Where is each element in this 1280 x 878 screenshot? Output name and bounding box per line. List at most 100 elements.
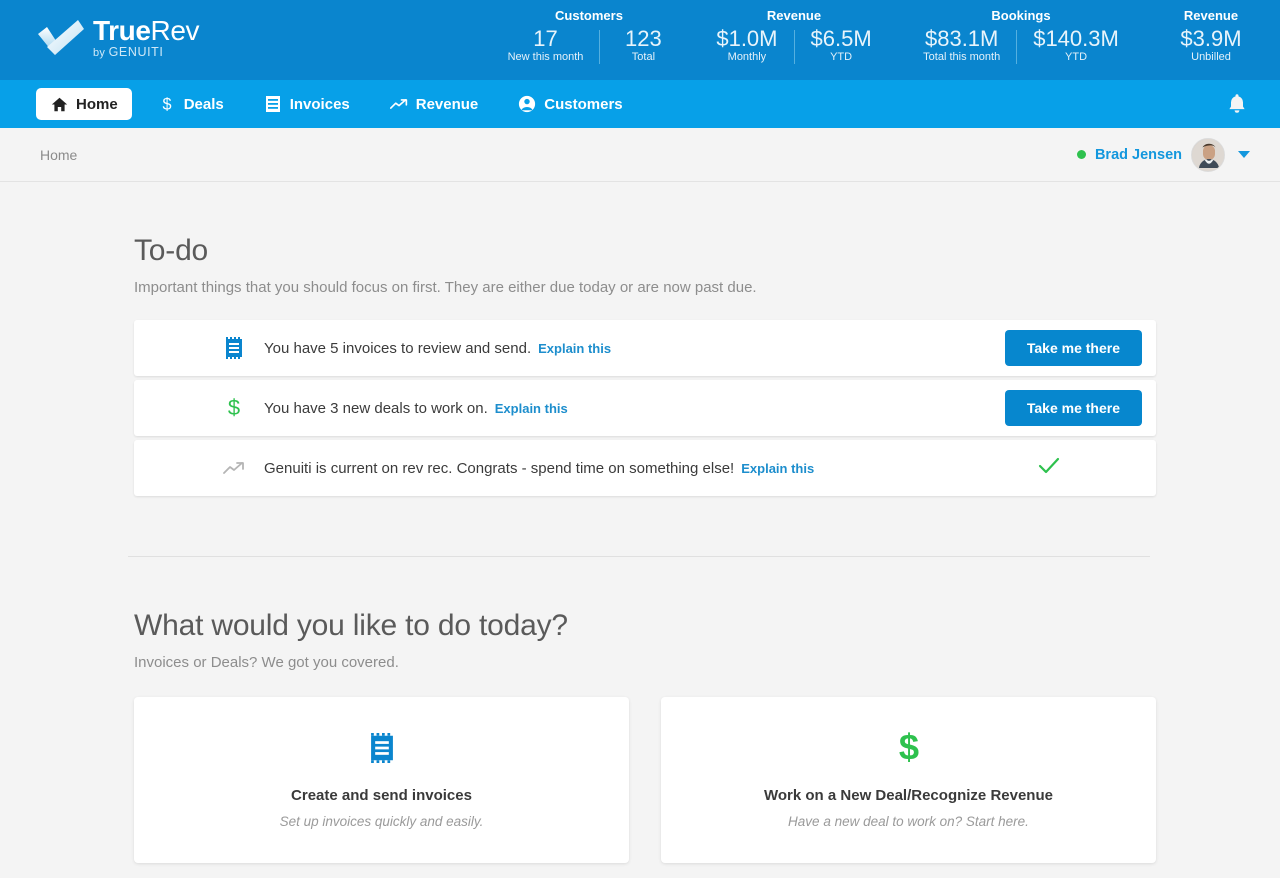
stat-label: Unbilled <box>1191 51 1231 64</box>
stat-group-title: Customers <box>555 8 623 23</box>
bell-icon[interactable] <box>1224 91 1250 117</box>
todo-item-action <box>1038 457 1142 480</box>
trend-up-icon <box>389 95 408 113</box>
stat-group-revenue: Revenue $1.0M Monthly $6.5M YTD <box>688 0 900 64</box>
avatar[interactable] <box>1191 137 1225 172</box>
nav-item-label: Deals <box>183 95 224 113</box>
stat-cell: $140.3M YTD <box>1017 27 1135 63</box>
nav-item-deals[interactable]: $ Deals <box>144 88 238 120</box>
list-item[interactable]: You have 5 invoices to review and send. … <box>134 320 1156 376</box>
card-description: Have a new deal to work on? Start here. <box>788 814 1029 829</box>
invoice-icon <box>264 95 282 113</box>
stat-cell: 17 New this month <box>492 27 600 63</box>
quick-actions-subtitle: Invoices or Deals? We got you covered. <box>134 654 399 671</box>
stat-label: New this month <box>507 51 584 64</box>
list-item[interactable]: Genuiti is current on rev rec. Congrats … <box>134 440 1156 496</box>
nav-item-label: Home <box>76 95 118 113</box>
new-deal-card[interactable]: $ Work on a New Deal/Recognize Revenue H… <box>661 697 1156 863</box>
todo-item-text: You have 5 invoices to review and send. <box>264 339 532 357</box>
dollar-icon: $ <box>222 396 246 420</box>
invoice-icon <box>222 336 246 360</box>
user-name[interactable]: Brad Jensen <box>1095 147 1182 163</box>
stat-value: $3.9M <box>1180 26 1242 51</box>
user-menu[interactable]: Brad Jensen <box>1076 137 1250 172</box>
take-me-there-button[interactable]: Take me there <box>1004 390 1142 426</box>
quick-actions-section: What would you like to do today? Invoice… <box>0 609 1280 863</box>
header-stats: Customers 17 New this month 123 Total Re… <box>490 0 1280 80</box>
chevron-down-icon[interactable] <box>1238 151 1250 158</box>
todo-subtitle: Important things that you should focus o… <box>134 279 757 296</box>
stat-label: YTD <box>1065 51 1088 64</box>
nav-item-label: Revenue <box>415 95 479 113</box>
card-description: Set up invoices quickly and easily. <box>279 814 484 829</box>
stat-cell: $1.0M Monthly <box>700 27 793 63</box>
create-invoices-card[interactable]: Create and send invoices Set up invoices… <box>134 697 629 863</box>
svg-text:$: $ <box>898 731 918 765</box>
check-icon <box>1038 457 1060 480</box>
stat-label: YTD <box>830 51 853 64</box>
card-title: Create and send invoices <box>291 787 472 804</box>
stat-cell: $83.1M Total this month <box>907 27 1016 63</box>
brand-name-light: Rev <box>150 15 200 46</box>
todo-item-action: Take me there <box>1004 330 1142 366</box>
svg-text:$: $ <box>228 396 240 420</box>
stat-group-unbilled-revenue: Revenue $3.9M Unbilled <box>1142 0 1280 63</box>
stat-value: $140.3M <box>1033 26 1119 51</box>
brand-tagline-prefix: by <box>93 47 109 59</box>
dollar-icon: $ <box>681 727 1136 769</box>
person-circle-icon <box>518 95 536 113</box>
explain-link[interactable]: Explain this <box>741 461 814 476</box>
stat-label: Total this month <box>923 51 1001 64</box>
nav-item-label: Customers <box>544 95 623 113</box>
todo-list: You have 5 invoices to review and send. … <box>134 320 1156 496</box>
stat-label: Total <box>631 51 656 64</box>
brand-name-bold: True <box>93 15 151 46</box>
stat-value: $83.1M <box>924 26 999 51</box>
take-me-there-button[interactable]: Take me there <box>1004 330 1142 366</box>
stat-value: $1.0M <box>716 26 778 51</box>
invoice-icon <box>154 727 609 769</box>
nav-item-customers[interactable]: Customers <box>504 88 636 120</box>
todo-item-action: Take me there <box>1004 390 1142 426</box>
stat-value: 17 <box>533 26 558 51</box>
check-mark-logo-icon <box>38 20 84 56</box>
main-content: To-do Important things that you should f… <box>0 234 1280 863</box>
nav-item-home[interactable]: Home <box>36 88 132 120</box>
page-title: To-do <box>134 234 209 267</box>
main-navigation: Home $ Deals Invoices Revenue Customers <box>0 80 1280 128</box>
section-divider <box>128 556 1150 557</box>
todo-section: To-do Important things that you should f… <box>0 234 1280 496</box>
stat-cell: $6.5M YTD <box>795 27 888 63</box>
nav-item-invoices[interactable]: Invoices <box>250 88 364 120</box>
todo-item-text: You have 3 new deals to work on. <box>264 399 488 417</box>
stat-group-title: Bookings <box>991 8 1051 23</box>
stat-cell: $3.9M Unbilled <box>1164 27 1257 63</box>
explain-link[interactable]: Explain this <box>495 401 568 416</box>
app-header: TrueRev by Genuiti Customers 17 New this… <box>0 0 1280 80</box>
todo-item-text: Genuiti is current on rev rec. Congrats … <box>264 459 735 477</box>
dollar-icon: $ <box>158 95 176 113</box>
list-item[interactable]: $ You have 3 new deals to work on. Expla… <box>134 380 1156 436</box>
explain-link[interactable]: Explain this <box>538 341 611 356</box>
stat-group-title: Revenue <box>766 8 822 23</box>
nav-item-label: Invoices <box>289 95 350 113</box>
card-title: Work on a New Deal/Recognize Revenue <box>764 787 1053 804</box>
stat-value: $6.5M <box>810 26 872 51</box>
brand-tagline-company: Genuiti <box>108 45 164 59</box>
nav-item-revenue[interactable]: Revenue <box>376 88 493 120</box>
stat-group-bookings: Bookings $83.1M Total this month $140.3M… <box>900 0 1142 64</box>
status-badge <box>1076 150 1086 159</box>
stat-value: 123 <box>625 26 662 51</box>
svg-text:$: $ <box>162 95 171 113</box>
breadcrumb[interactable]: Home <box>40 147 77 163</box>
stat-label: Monthly <box>727 51 767 64</box>
stat-group-customers: Customers 17 New this month 123 Total <box>490 0 688 64</box>
stat-group-title: Revenue <box>1183 8 1239 23</box>
brand-logo[interactable]: TrueRev by Genuiti <box>38 15 200 59</box>
trend-up-icon <box>222 456 246 480</box>
breadcrumb-bar: Home Brad Jensen <box>0 128 1280 182</box>
quick-actions-title: What would you like to do today? <box>134 609 568 642</box>
quick-actions-cards: Create and send invoices Set up invoices… <box>134 697 1156 863</box>
home-icon <box>50 95 68 113</box>
stat-cell: 123 Total <box>600 27 686 63</box>
